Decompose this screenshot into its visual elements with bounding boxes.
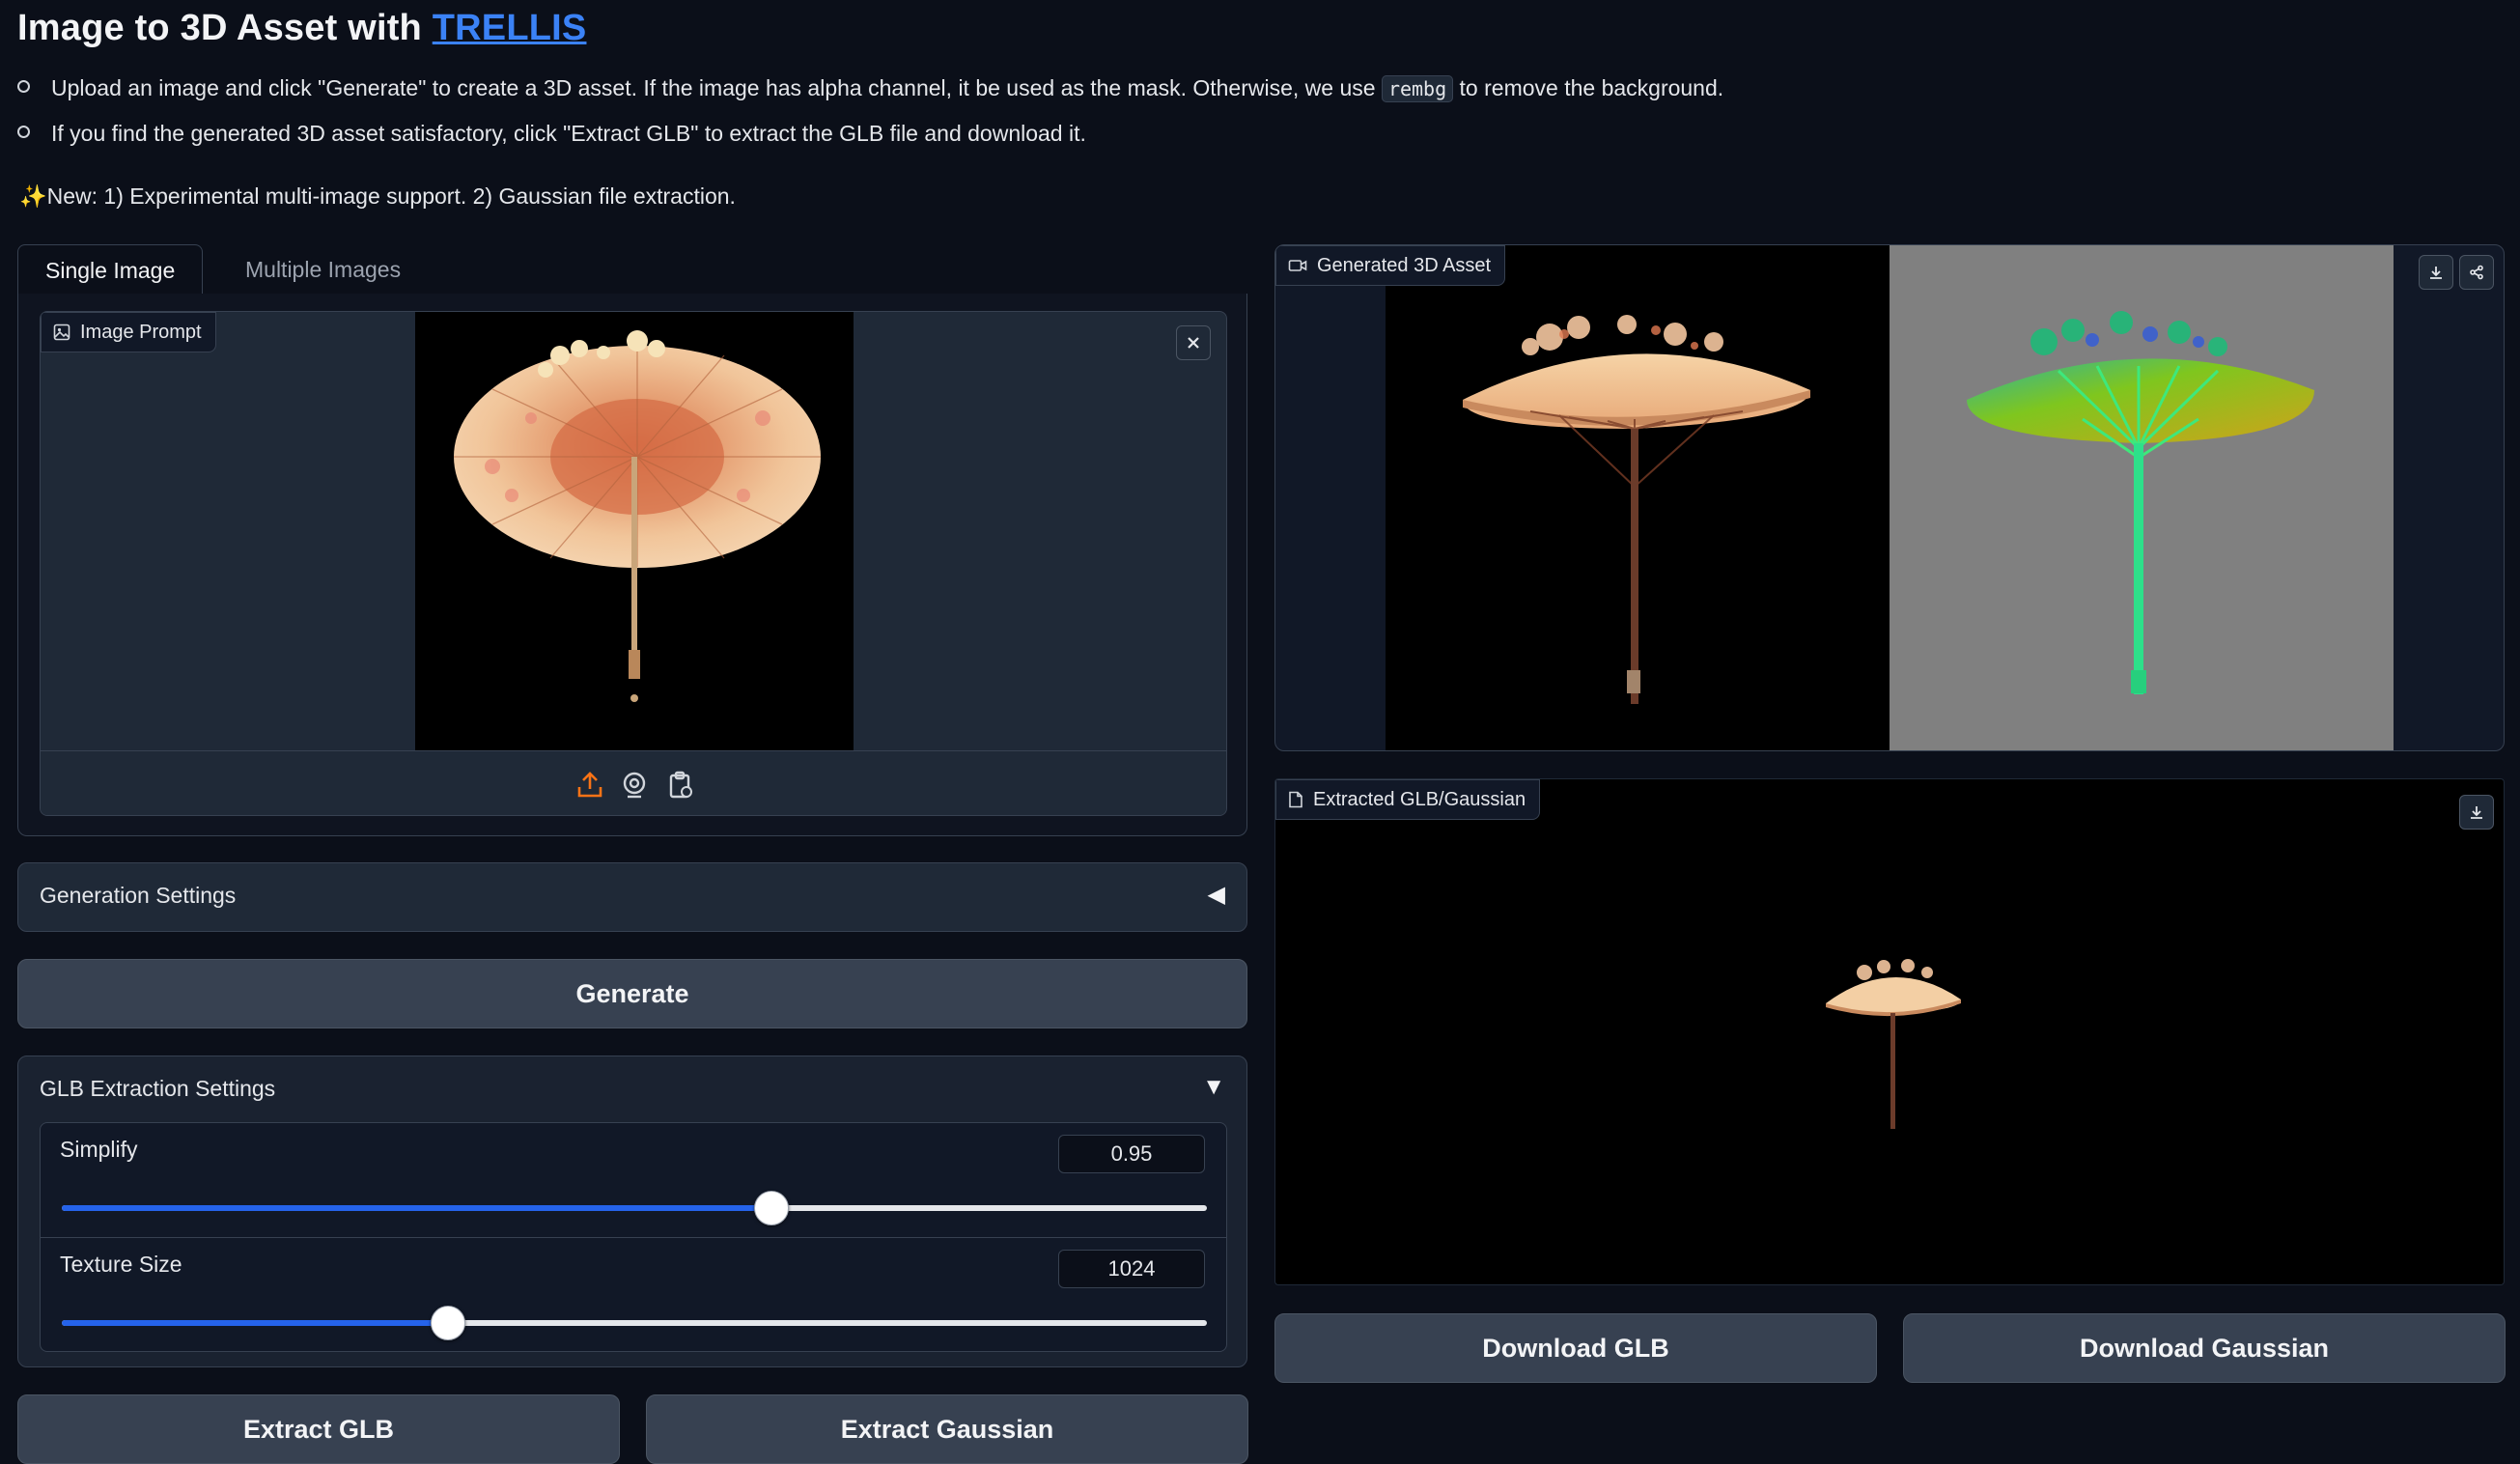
input-tabs: Single Image Multiple Images [17,244,1247,296]
image-icon [53,324,70,341]
upload-icon[interactable] [575,771,604,800]
generate-button[interactable]: Generate [17,959,1247,1028]
simplify-slider-block: Simplify 0.95 [40,1122,1227,1238]
generated-asset-label: Generated 3D Asset [1275,245,1506,286]
glb-extraction-settings: GLB Extraction Settings ▼ Simplify 0.95 … [17,1056,1247,1367]
texture-size-fill [62,1320,448,1326]
texture-size-slider-handle[interactable] [430,1306,465,1340]
tab-single-image[interactable]: Single Image [17,244,204,296]
image-prompt-label-text: Image Prompt [80,322,202,343]
extracted-label: Extracted GLB/Gaussian [1275,779,1541,820]
tab-multiple-images[interactable]: Multiple Images [218,244,428,295]
extract-glb-button[interactable]: Extract GLB [17,1394,620,1464]
generated-asset-label-text: Generated 3D Asset [1317,255,1492,276]
instruction-bullet-2: If you find the generated 3D asset satis… [17,121,1086,147]
generation-settings-accordion[interactable]: Generation Settings ◀ [17,862,1247,932]
image-prompt-block[interactable]: Image Prompt [40,311,1227,816]
download-icon[interactable] [2419,255,2453,290]
extract-gaussian-button[interactable]: Extract Gaussian [646,1394,1248,1464]
extracted-umbrella-model [1826,959,1961,1129]
download-glb-button[interactable]: Download GLB [1274,1313,1877,1383]
bullet-circle-icon [17,80,30,94]
simplify-slider-handle[interactable] [754,1191,790,1225]
bullet1-text: Upload an image and click "Generate" to … [51,75,1382,100]
uploaded-umbrella-image [415,312,854,750]
video-icon [1288,260,1307,271]
source-toolbar [41,750,1226,815]
rembg-code: rembg [1381,75,1454,102]
texture-size-label: Texture Size [60,1252,182,1277]
close-icon[interactable] [1176,325,1211,360]
texture-size-number-input[interactable]: 1024 [1058,1250,1205,1288]
bullet1-text-end: to remove the background. [1453,75,1724,100]
extracted-label-text: Extracted GLB/Gaussian [1313,789,1526,810]
share-icon[interactable] [2459,255,2494,290]
extracted-model-viewer[interactable]: Extracted GLB/Gaussian [1274,778,2505,1285]
simplify-number-input[interactable]: 0.95 [1058,1135,1205,1173]
instruction-bullet-1: Upload an image and click "Generate" to … [17,75,1724,102]
bullet-circle-icon [17,126,30,139]
rendered-normal-view [1890,245,2394,750]
simplify-fill [62,1205,772,1211]
download-gaussian-button[interactable]: Download Gaussian [1903,1313,2506,1383]
texture-size-slider-block: Texture Size 1024 [40,1238,1227,1352]
clipboard-icon[interactable] [666,771,695,800]
trellis-link[interactable]: TRELLIS [433,8,587,48]
single-image-panel: Image Prompt [17,294,1247,836]
title-text: Image to 3D Asset with [17,8,433,48]
download-icon[interactable] [2459,795,2494,830]
expand-arrow-icon[interactable]: ▼ [1202,1074,1225,1101]
image-prompt-label: Image Prompt [41,312,216,352]
simplify-label: Simplify [60,1137,138,1162]
news-line: ✨New: 1) Experimental multi-image suppor… [19,183,736,209]
collapse-arrow-icon[interactable]: ◀ [1208,881,1225,909]
file-icon [1289,791,1302,808]
webcam-icon[interactable] [620,771,649,800]
generated-3d-asset-video[interactable]: Generated 3D Asset [1274,244,2505,751]
page-title: Image to 3D Asset with TRELLIS [17,8,586,49]
generation-settings-label: Generation Settings [40,883,237,908]
bullet2-text: If you find the generated 3D asset satis… [51,121,1086,146]
glb-settings-label: GLB Extraction Settings [40,1076,276,1101]
rendered-color-view [1386,245,1890,750]
